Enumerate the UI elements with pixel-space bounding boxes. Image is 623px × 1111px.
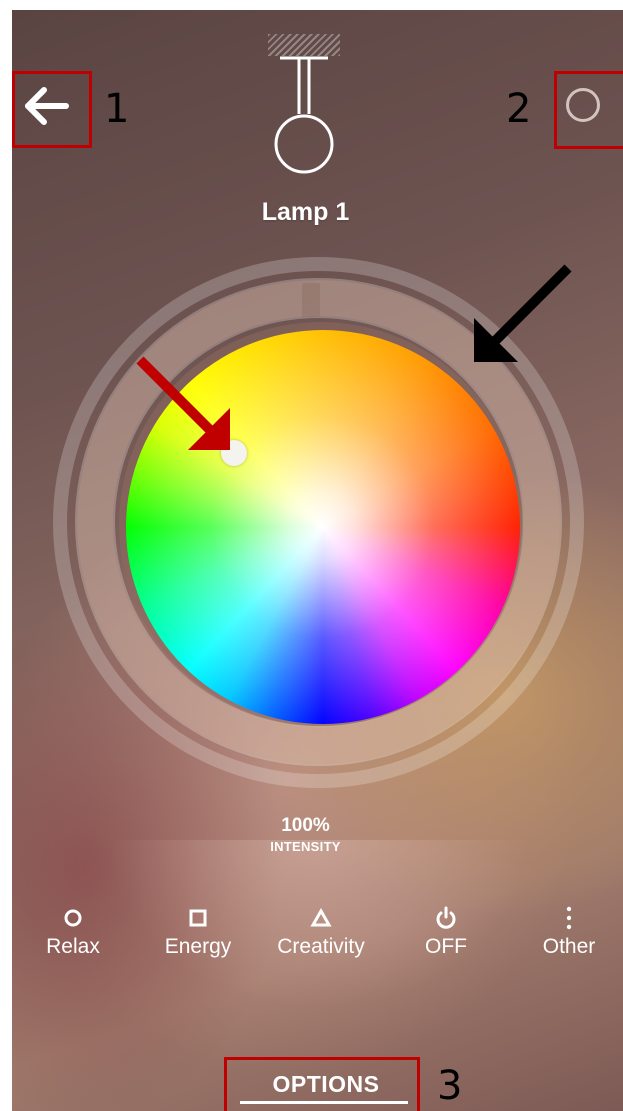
options-button[interactable]: OPTIONS [238, 1071, 414, 1098]
mode-label: Creativity [277, 935, 365, 958]
intensity-value: 100% [281, 815, 330, 836]
mode-other-button[interactable]: Other [514, 905, 623, 959]
annotation-arrow-red [136, 356, 230, 450]
mode-label: Relax [46, 935, 100, 958]
square-icon [189, 909, 207, 927]
annotation-number-2: 2 [506, 86, 532, 132]
annotation-number-3: 3 [437, 1063, 463, 1109]
power-icon [436, 906, 456, 929]
intensity-marker[interactable] [302, 283, 320, 317]
mode-label: OFF [425, 935, 467, 958]
annotation-box-1 [12, 71, 92, 148]
intensity-label: INTENSITY [270, 839, 341, 854]
mode-bar: Relax Energy Creativity OFF Other [0, 905, 623, 975]
annotation-number-1: 1 [104, 86, 130, 132]
triangle-icon [310, 908, 332, 927]
annotation-box-2 [554, 71, 623, 149]
mode-label: Energy [164, 935, 232, 958]
intensity-readout: 100% INTENSITY [0, 815, 611, 854]
options-underline [240, 1101, 408, 1104]
mode-label: Other [542, 935, 596, 958]
circle-icon [64, 909, 82, 927]
more-vertical-icon [566, 906, 572, 930]
mode-off-button[interactable]: OFF [391, 905, 501, 959]
mode-creativity-button[interactable]: Creativity [266, 905, 376, 959]
lamp-name: Lamp 1 [261, 198, 350, 226]
mode-relax-button[interactable]: Relax [18, 905, 128, 959]
lamp-icon [274, 56, 334, 174]
mode-energy-button[interactable]: Energy [143, 905, 253, 959]
annotation-arrow-black [474, 264, 572, 362]
